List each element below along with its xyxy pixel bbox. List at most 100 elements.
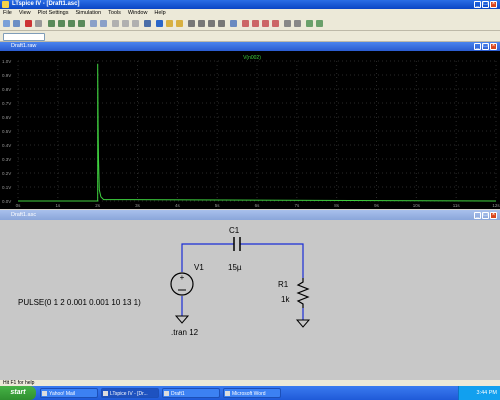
- taskbar-button[interactable]: Microsoft Word: [223, 388, 281, 398]
- ground-icon[interactable]: [295, 319, 311, 328]
- x-tick-label: 6s: [255, 203, 261, 208]
- open-icon[interactable]: [3, 20, 10, 27]
- waveform-maximize-button[interactable]: □: [482, 43, 489, 50]
- y-tick-label: 0.7V: [2, 101, 11, 106]
- taskbar-button[interactable]: Draft1: [162, 388, 220, 398]
- redo-icon[interactable]: [272, 20, 279, 27]
- diode-icon[interactable]: [218, 20, 225, 27]
- x-tick-label: 11s: [453, 203, 461, 208]
- rotate-icon[interactable]: [284, 20, 291, 27]
- print-icon[interactable]: [144, 20, 151, 27]
- x-tick-label: 3s: [135, 203, 141, 208]
- trace-v-n002[interactable]: [18, 63, 497, 202]
- schematic-canvas[interactable]: C1 15µ + V1 PULSE(0 1 2 0.001 0.001 10 1…: [0, 220, 500, 380]
- svg-text:+: +: [180, 273, 185, 282]
- y-tick-label: 0.1V: [2, 185, 11, 190]
- app-title-bar: LTspice IV - [Draft1.asc] _ □ ×: [0, 0, 500, 9]
- inductor-icon[interactable]: [208, 20, 215, 27]
- wire-icon[interactable]: [156, 20, 163, 27]
- menu-file[interactable]: File: [3, 9, 12, 17]
- voltage-source-v1[interactable]: +: [170, 272, 194, 296]
- run-icon[interactable]: [25, 20, 32, 27]
- halt-icon[interactable]: [35, 20, 42, 27]
- c1-name: C1: [229, 226, 240, 235]
- ground-icon[interactable]: [174, 315, 190, 324]
- app-title: LTspice IV - [Draft1.asc]: [12, 1, 80, 7]
- zoom-in-icon[interactable]: [48, 20, 55, 27]
- paste-icon[interactable]: [132, 20, 139, 27]
- resistor-r1[interactable]: [296, 278, 310, 308]
- ltspice-icon: [103, 391, 108, 396]
- label-icon[interactable]: [176, 20, 183, 27]
- x-tick-label: 10s: [413, 203, 421, 208]
- zoom-out-icon[interactable]: [68, 20, 75, 27]
- taskbar-button[interactable]: Yahoo! Mail: [40, 388, 98, 398]
- menu-window[interactable]: Window: [128, 9, 148, 17]
- y-tick-label: 0.8V: [2, 87, 11, 92]
- x-tick-label: 5s: [215, 203, 221, 208]
- y-tick-label: 0.9V: [2, 73, 11, 78]
- schematic-window-title-bar: Draft1.asc _ □ ×: [0, 210, 500, 220]
- spice-directive-icon[interactable]: [316, 20, 323, 27]
- pan-icon[interactable]: [58, 20, 65, 27]
- mirror-icon[interactable]: [294, 20, 301, 27]
- move-icon[interactable]: [242, 20, 249, 27]
- y-tick-label: 1.0V: [2, 59, 11, 64]
- taskbar-button[interactable]: LTspice IV - [Dr...: [101, 388, 159, 398]
- taskbar: start Yahoo! Mail LTspice IV - [Dr... Dr…: [0, 386, 500, 400]
- waveform-close-button[interactable]: ×: [490, 43, 497, 50]
- save-icon[interactable]: [13, 20, 20, 27]
- main-toolbar: [0, 17, 500, 31]
- menu-tools[interactable]: Tools: [108, 9, 121, 17]
- cut-icon[interactable]: [112, 20, 119, 27]
- drag-icon[interactable]: [252, 20, 259, 27]
- maximize-button[interactable]: □: [482, 1, 489, 8]
- cascade-icon[interactable]: [100, 20, 107, 27]
- word-icon: [225, 391, 230, 396]
- schematic-maximize-button[interactable]: □: [482, 212, 489, 219]
- paint-icon: [164, 391, 169, 396]
- ground-icon[interactable]: [166, 20, 173, 27]
- waveform-plot[interactable]: 1.0V 0.9V 0.8V 0.7V 0.6V 0.5V 0.4V 0.3V 0.2V 0.1V…: [0, 51, 500, 209]
- schematic-svg[interactable]: C1 15µ + V1 PULSE(0 1 2 0.001 0.001 10 1…: [0, 220, 500, 380]
- text-icon[interactable]: [306, 20, 313, 27]
- y-tick-label: 0.2V: [2, 171, 11, 176]
- x-tick-label: 0s: [16, 203, 22, 208]
- copy-icon[interactable]: [122, 20, 129, 27]
- x-tick-label: 9s: [374, 203, 380, 208]
- tran-directive[interactable]: .tran 12: [171, 328, 199, 337]
- waveform-minimize-button[interactable]: _: [474, 43, 481, 50]
- r1-name: R1: [278, 280, 289, 289]
- close-button[interactable]: ×: [490, 1, 497, 8]
- schematic-close-button[interactable]: ×: [490, 212, 497, 219]
- app-icon: [2, 1, 9, 8]
- v1-name: V1: [194, 263, 204, 272]
- clock: 3:44 PM: [476, 390, 497, 396]
- trace-label[interactable]: V(n002): [243, 55, 261, 61]
- menu-plot-settings[interactable]: Plot Settings: [38, 9, 69, 17]
- minimize-button[interactable]: _: [474, 1, 481, 8]
- schematic-window-title: Draft1.asc: [11, 212, 37, 218]
- waveform-window-title-bar: Draft1.raw _ □ ×: [0, 42, 500, 51]
- wire-c1-to-r1[interactable]: [240, 243, 304, 278]
- x-tick-label: 1s: [55, 203, 61, 208]
- window-selector[interactable]: [3, 33, 45, 41]
- y-tick-label: 0.4V: [2, 143, 11, 148]
- resistor-icon[interactable]: [188, 20, 195, 27]
- menu-help[interactable]: Help: [154, 9, 165, 17]
- tile-icon[interactable]: [90, 20, 97, 27]
- capacitor-c1[interactable]: [233, 237, 241, 251]
- x-tick-label: 2s: [95, 203, 101, 208]
- v1-value: PULSE(0 1 2 0.001 0.001 10 13 1): [18, 298, 141, 307]
- r1-value: 1k: [281, 295, 290, 304]
- capacitor-icon[interactable]: [198, 20, 205, 27]
- menu-view[interactable]: View: [19, 9, 31, 17]
- schematic-minimize-button[interactable]: _: [474, 212, 481, 219]
- wire-v1-to-c1[interactable]: [181, 243, 234, 272]
- component-icon[interactable]: [230, 20, 237, 27]
- menu-simulation[interactable]: Simulation: [75, 9, 101, 17]
- zoom-fit-icon[interactable]: [78, 20, 85, 27]
- start-button[interactable]: start: [0, 386, 36, 400]
- waveform-plot-svg[interactable]: 1.0V 0.9V 0.8V 0.7V 0.6V 0.5V 0.4V 0.3V 0.2V 0.1V…: [0, 51, 500, 209]
- undo-icon[interactable]: [262, 20, 269, 27]
